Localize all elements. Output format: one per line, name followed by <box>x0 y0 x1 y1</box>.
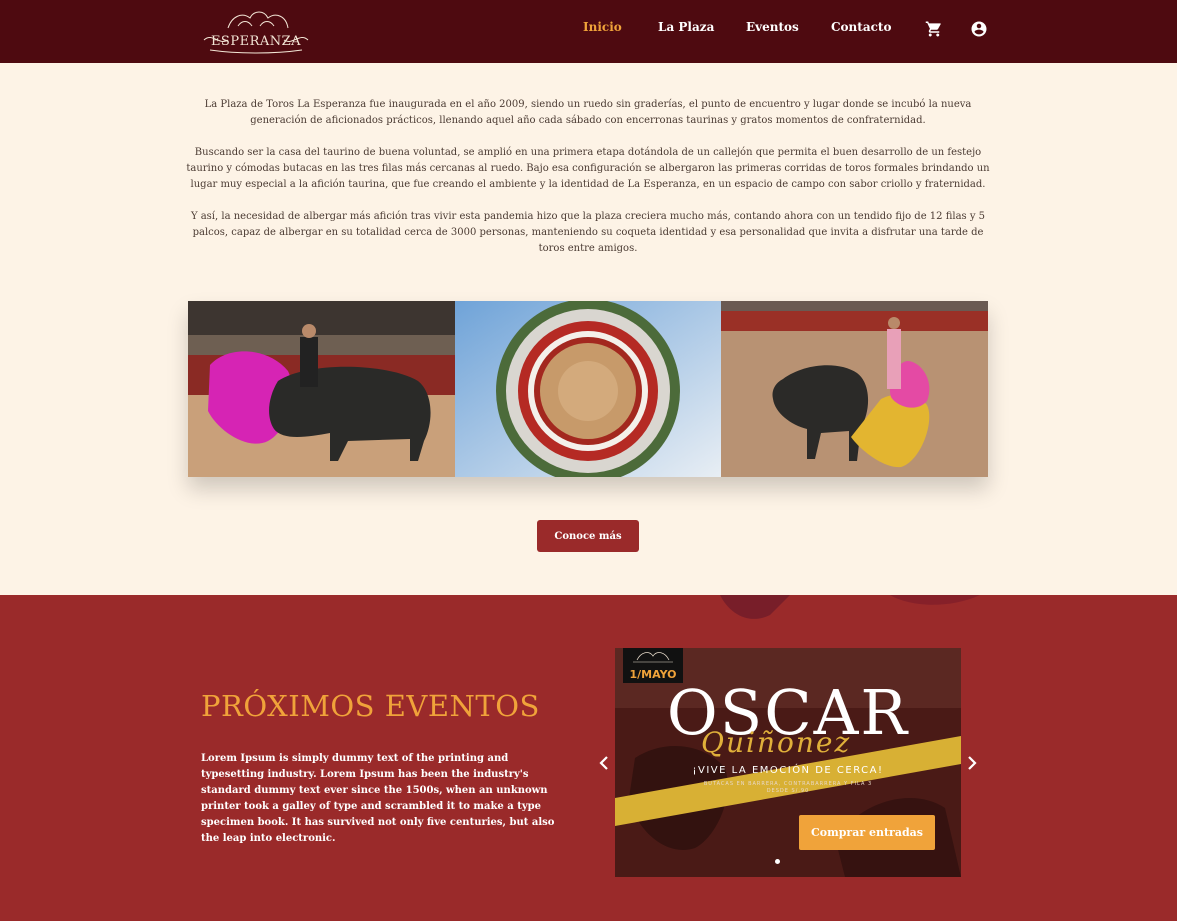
carousel-next-chevron-icon[interactable] <box>965 755 979 771</box>
account-circle-icon[interactable] <box>970 20 988 38</box>
bullfight-photo-cape <box>188 301 455 477</box>
nav-item-inicio[interactable]: Inicio <box>583 20 622 34</box>
events-heading: PRÓXIMOS EVENTOS <box>201 689 540 723</box>
cart-icon[interactable] <box>925 20 943 38</box>
nav-item-eventos[interactable]: Eventos <box>746 20 799 34</box>
events-description: Lorem Ipsum is simply dummy text of the … <box>201 753 555 844</box>
buy-tickets-button[interactable]: Comprar entradas <box>799 815 935 850</box>
intro-text: La Plaza de Toros La Esperanza fue inaug… <box>185 97 991 273</box>
photo-gallery <box>188 301 988 477</box>
poster-tagline: ¡VIVE LA EMOCIÓN DE CERCA! <box>692 765 884 776</box>
nav-item-la-plaza[interactable]: La Plaza <box>658 20 714 34</box>
poster-performer-surname: Quiñonez <box>701 726 852 759</box>
carousel-dot[interactable] <box>775 859 780 864</box>
intro-paragraph: Y así, la necesidad de albergar más afic… <box>190 211 986 254</box>
plaza-aerial-photo <box>455 301 721 477</box>
site-header: ESPERANZA Inicio La Plaza Eventos Contac… <box>0 0 1177 63</box>
learn-more-button[interactable]: Conoce más <box>537 520 639 552</box>
poster-seating-info: BUTACAS EN BARRERA, CONTRABARRERA Y FILA… <box>615 781 961 795</box>
intro-paragraph: Buscando ser la casa del taurino de buen… <box>186 147 990 190</box>
carousel-prev-chevron-icon[interactable] <box>597 755 611 771</box>
nav-item-contacto[interactable]: Contacto <box>831 20 891 34</box>
poster-seating-line: BUTACAS EN BARRERA, CONTRABARRERA Y FILA… <box>703 781 873 787</box>
decorative-brushstroke <box>720 595 980 619</box>
upcoming-events-section: PRÓXIMOS EVENTOS Lorem Ipsum is simply d… <box>0 595 1177 921</box>
logo-text: ESPERANZA <box>211 34 301 49</box>
poster-price-line: DESDE S/.90 <box>766 788 810 794</box>
site-logo[interactable]: ESPERANZA <box>198 6 314 56</box>
poster-logo <box>623 648 683 665</box>
event-poster-carousel-slide[interactable]: 1/MAYO OSCAR Quiñonez ¡VIVE LA EMOCIÓN D… <box>615 648 961 877</box>
intro-paragraph: La Plaza de Toros La Esperanza fue inaug… <box>204 99 972 126</box>
bullfight-photo-muleta <box>721 301 988 477</box>
